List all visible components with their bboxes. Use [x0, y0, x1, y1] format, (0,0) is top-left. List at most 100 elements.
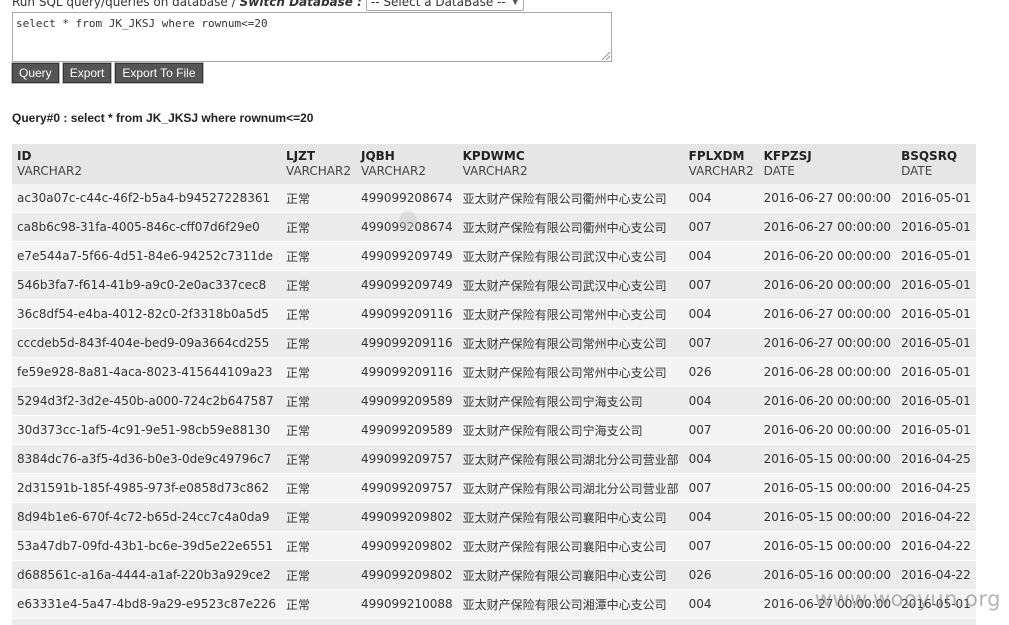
sql-query-input[interactable]: select * from JK_JKSJ where rownum<=20 — [12, 12, 612, 62]
resize-grip-icon[interactable] — [602, 52, 610, 60]
table-cell-kpdwmc: 亚太财产保险有限公司武汉中心支公司 — [457, 270, 684, 300]
column-type: DATE — [901, 164, 933, 178]
table-cell-fplxdm: 007 — [683, 328, 759, 358]
table-cell-id: e593f514-c18c-4b87-8188-934339f0b2f3 — [12, 618, 281, 625]
table-cell-kfpzsj: 2016-05-15 00:00:00 — [758, 473, 897, 503]
table-row: 2d31591b-185f-4985-973f-e0858d73c862 正常 49… — [12, 473, 976, 503]
table-cell-kfpzsj: 2016-06-20 00:00:00 — [758, 415, 897, 445]
table-row: e593f514-c18c-4b87-8188-934339f0b2f3正常49… — [12, 618, 976, 625]
export-to-file-button[interactable]: Export To File — [114, 62, 204, 84]
column-header-kfpzsj: KFPZSJ DATE — [758, 144, 897, 184]
table-cell-ljzt: 正常 — [281, 357, 356, 387]
results-table: ID VARCHAR2 LJZT VARCHAR2 JQBH VARCHAR2 KPDWMC… — [12, 144, 976, 625]
table-row: cccdeb5d-843f-404e-bed9-09a3664cd255 正常 49… — [12, 328, 976, 358]
table-cell-kpdwmc: 亚太财产保险有限公司湘潭中心支公司 — [457, 618, 684, 625]
table-cell-kpdwmc: 亚太财产保险有限公司衢州中心支公司 — [457, 212, 684, 242]
table-row: 5294d3f2-3d2e-450b-a000-724c2b647587 正常 49… — [12, 386, 976, 416]
table-cell-jqbh: 499099209116 — [355, 357, 458, 387]
table-row: 36c8df54-e4ba-4012-82c0-2f3318b0a5d5 正常 49… — [12, 299, 976, 329]
table-row: 8d94b1e6-670f-4c72-b65d-24cc7c4a0da9 正常 49… — [12, 502, 976, 532]
table-row: e7e544a7-5f66-4d51-84e6-94252c7311de 正常 49… — [12, 241, 976, 271]
table-cell-kpdwmc: 亚太财产保险有限公司襄阳中心支公司 — [457, 531, 684, 561]
mouse-cursor-highlight — [399, 211, 417, 229]
table-cell-ljzt: 正常 — [281, 618, 356, 625]
table-cell-ljzt: 正常 — [281, 531, 356, 561]
table-cell-bsqsrq: 2016-05-01 — [896, 386, 976, 416]
table-cell-jqbh: 499099209802 — [355, 560, 458, 590]
table-cell-kfpzsj: 2016-06-27 00:00:00 — [758, 328, 897, 358]
table-cell-id: 546b3fa7-f614-41b9-a9c0-2e0ac337cec8 — [12, 270, 281, 300]
table-cell-kfpzsj: 2016-06-27 00:00:00 — [758, 212, 897, 242]
table-cell-fplxdm: 004 — [683, 502, 759, 532]
column-type: VARCHAR2 — [360, 164, 426, 178]
table-cell-bsqsrq: 2016-05-01 — [896, 299, 976, 329]
table-cell-bsqsrq: 2016-05-01 — [896, 184, 976, 213]
database-select-value: -- Select a DataBase -- — [370, 0, 506, 9]
table-cell-fplxdm: 007 — [683, 473, 759, 503]
column-type: VARCHAR2 — [462, 164, 528, 178]
query-result-title: Query#0 : select * from JK_JKSJ where ro… — [12, 111, 314, 125]
table-cell-kpdwmc: 亚太财产保险有限公司湘潭中心支公司 — [457, 589, 684, 619]
table-cell-kfpzsj: 2016-06-20 00:00:00 — [758, 241, 897, 271]
table-cell-jqbh: 499099209749 — [355, 241, 458, 271]
table-cell-id: d688561c-a16a-4444-a1af-220b3a929ce2 — [12, 560, 281, 590]
table-cell-fplxdm: 004 — [683, 444, 759, 474]
table-cell-kfpzsj: 2016-06-20 00:00:00 — [758, 386, 897, 416]
table-cell-bsqsrq: 2016-05-01 — [896, 328, 976, 358]
column-type: VARCHAR2 — [17, 164, 82, 178]
table-header-row: ID VARCHAR2 LJZT VARCHAR2 JQBH VARCHAR2 KPDWMC… — [12, 144, 976, 184]
table-cell-kpdwmc: 亚太财产保险有限公司宁海支公司 — [457, 386, 684, 416]
table-cell-bsqsrq: 2016-05-01 — [896, 415, 976, 445]
column-type: VARCHAR2 — [286, 164, 351, 178]
table-cell-fplxdm: 004 — [683, 241, 759, 271]
table-row: 546b3fa7-f614-41b9-a9c0-2e0ac337cec8 正常 49… — [12, 270, 976, 300]
table-cell-id: 8384dc76-a3f5-4d36-b0e3-0de9c49796c7 — [12, 444, 281, 474]
table-cell-jqbh: 499099210088 — [355, 618, 458, 625]
query-button[interactable]: Query — [11, 62, 60, 84]
table-cell-fplxdm: 007 — [683, 531, 759, 561]
table-cell-jqbh: 499099210088 — [355, 589, 458, 619]
table-cell-ljzt: 正常 — [281, 328, 356, 358]
table-row: 53a47db7-09fd-43b1-bc6e-39d5e22e6551 正常 49… — [12, 531, 976, 561]
table-cell-kfpzsj: 2016-05-15 00:00:00 — [758, 531, 897, 561]
table-cell-bsqsrq: 2016-05-01 — [896, 357, 976, 387]
table-row: fe59e928-8a81-4aca-8023-415644109a23 正常 49… — [12, 357, 976, 387]
results-table-body: ac30a07c-c44c-46f2-b5a4-b94527228361 正常 49… — [12, 184, 976, 625]
table-cell-jqbh: 499099209802 — [355, 502, 458, 532]
table-cell-id: ca8b6c98-31fa-4005-846c-cff07d6f29e0 — [12, 212, 281, 242]
table-cell-ljzt: 正常 — [281, 212, 356, 242]
export-button[interactable]: Export — [61, 62, 113, 84]
table-cell-kpdwmc: 亚太财产保险有限公司襄阳中心支公司 — [457, 502, 684, 532]
table-cell-fplxdm: 026 — [683, 357, 759, 387]
table-cell-bsqsrq: 2016-04-22 — [896, 502, 976, 532]
table-cell-kfpzsj: 2016-06-27 00:00:00 — [758, 299, 897, 329]
table-cell-fplxdm: 004 — [683, 184, 759, 213]
table-cell-bsqsrq: 2016-05-01 — [896, 241, 976, 271]
table-cell-fplxdm: 007 — [683, 270, 759, 300]
table-cell-kpdwmc: 亚太财产保险有限公司常州中心支公司 — [457, 328, 684, 358]
table-cell-kpdwmc: 亚太财产保险有限公司衢州中心支公司 — [457, 184, 684, 213]
database-select[interactable]: -- Select a DataBase -- ▼ — [365, 0, 524, 11]
column-header-fplxdm: FPLXDM VARCHAR2 — [683, 144, 759, 184]
table-cell-jqbh: 499099209589 — [355, 386, 458, 416]
table-cell-fplxdm: 007 — [683, 415, 759, 445]
table-cell-bsqsrq: 2016-05-01 — [896, 212, 976, 242]
table-cell-fplxdm: 007 — [683, 618, 759, 625]
table-cell-bsqsrq: 2016-04-25 — [896, 444, 976, 474]
table-cell-kfpzsj: 2016-05-15 00:00:00 — [758, 502, 897, 532]
column-name: FPLXDM — [688, 149, 745, 163]
column-type: DATE — [763, 164, 795, 178]
table-cell-jqbh: 499099209116 — [355, 299, 458, 329]
table-cell-bsqsrq: 2016-05-01 — [896, 270, 976, 300]
column-header-id: ID VARCHAR2 — [12, 144, 281, 184]
table-cell-kfpzsj: 2016-06-27 00:00:00 — [758, 184, 897, 213]
database-switch-bar: Run SQL query/queries on database / Swit… — [12, 0, 524, 11]
action-buttons: Query Export Export To File — [11, 62, 204, 84]
table-cell-ljzt: 正常 — [281, 589, 356, 619]
table-cell-jqbh: 499099209749 — [355, 270, 458, 300]
table-cell-id: 36c8df54-e4ba-4012-82c0-2f3318b0a5d5 — [12, 299, 281, 329]
table-row: d688561c-a16a-4444-a1af-220b3a929ce2 正常 49… — [12, 560, 976, 590]
table-cell-kfpzsj: 2016-06-28 00:00:00 — [758, 357, 897, 387]
table-cell-kfpzsj: 2016-05-15 00:00:00 — [758, 444, 897, 474]
table-cell-id: fe59e928-8a81-4aca-8023-415644109a23 — [12, 357, 281, 387]
